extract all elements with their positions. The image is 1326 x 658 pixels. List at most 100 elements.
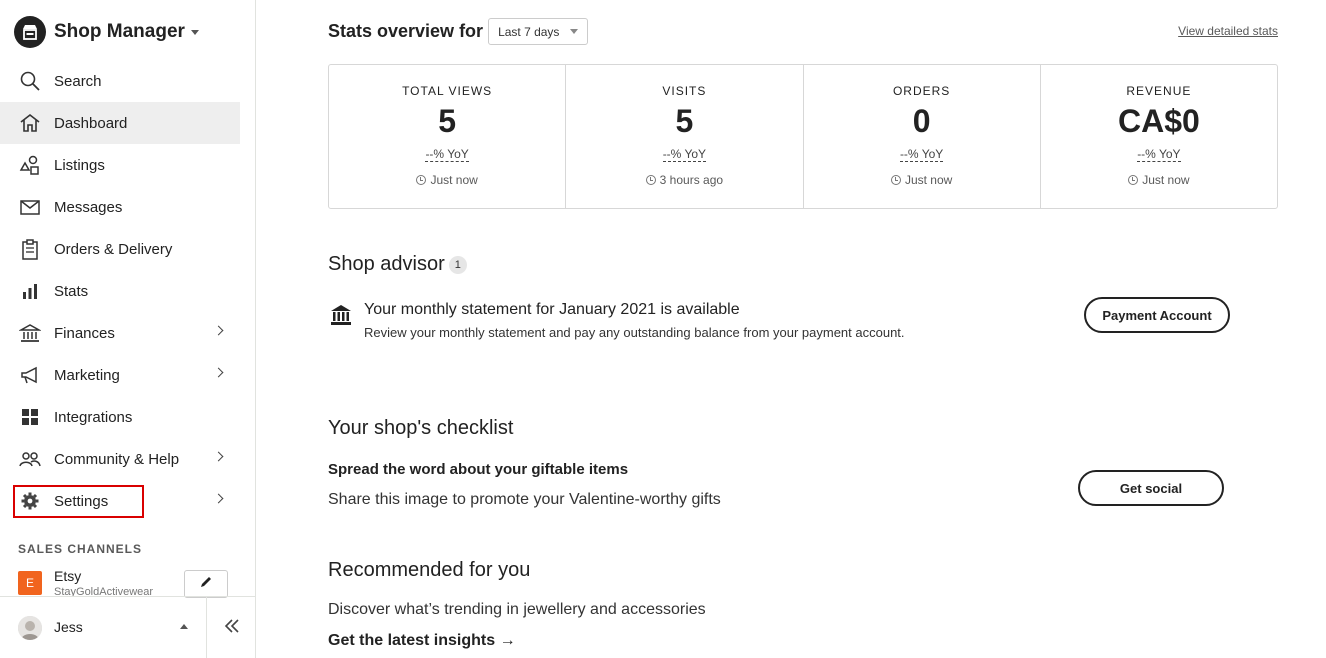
stat-value: 5 [438,103,457,139]
stat-yoy: --% YoY [662,147,707,162]
bank-icon [330,304,352,326]
clock-icon [1128,175,1139,185]
edit-channel-button[interactable] [184,570,228,598]
stat-label: VISITS [662,84,707,98]
section-title-text: Shop advisor [328,253,445,275]
stats-card: TOTAL VIEWS 5 --% YoY Just now VISITS 5 … [328,64,1278,209]
chevron-right-icon [213,493,224,504]
sidebar-item-label: Orders & Delivery [54,240,173,258]
caret-down-icon [190,29,199,35]
stat-updated: Just now [804,173,1040,187]
stat-total-views[interactable]: TOTAL VIEWS 5 --% YoY Just now [329,65,567,208]
sidebar-footer: Jess [0,596,256,658]
stat-value: 5 [675,103,694,139]
sidebar-item-label: Marketing [54,366,120,384]
checklist-item-description: Share this image to promote your Valenti… [328,491,721,508]
advisor-item-description: Review your monthly statement and pay an… [364,325,905,340]
stat-value: 0 [912,103,931,139]
stat-updated: Just now [329,173,565,187]
stat-yoy: --% YoY [899,147,944,162]
people-icon [18,447,42,471]
grid-icon [18,405,42,429]
sidebar-item-stats[interactable]: Stats [0,270,240,312]
chevron-right-icon [213,451,224,462]
stat-updated: 3 hours ago [566,173,802,187]
stat-orders[interactable]: ORDERS 0 --% YoY Just now [804,65,1041,208]
shop-advisor-heading: Shop advisor 1 [328,253,467,276]
sidebar-item-label: Settings [54,492,109,510]
clock-icon [645,175,656,185]
sidebar-item-dashboard[interactable]: Dashboard [0,102,240,144]
pencil-icon [199,575,213,594]
mail-icon [18,195,42,219]
shapes-icon [18,153,42,177]
stat-revenue[interactable]: REVENUE CA$0 --% YoY Just now [1041,65,1277,208]
stat-label: REVENUE [1126,84,1192,98]
checklist-item-title: Spread the word about your giftable item… [328,461,629,478]
shop-logo-icon [14,16,46,48]
megaphone-icon [18,363,42,387]
stat-label: ORDERS [892,84,951,98]
channel-shop-name: StayGoldActivewear [54,586,154,596]
sidebar-item-integrations[interactable]: Integrations [0,396,240,438]
sidebar-item-label: Community & Help [54,450,180,468]
clock-icon [890,175,901,185]
shop-manager-menu[interactable]: Shop Manager [14,16,199,48]
avatar[interactable] [18,616,42,640]
sidebar-item-label: Dashboard [54,114,128,132]
sidebar-item-search[interactable]: Search [0,60,240,102]
stat-label: TOTAL VIEWS [402,84,493,98]
sidebar-item-label: Search [54,72,102,90]
advisor-item-title: Your monthly statement for January 2021 … [364,301,740,318]
advisor-count-badge: 1 [448,255,467,274]
clipboard-icon [18,237,42,261]
caret-up-icon[interactable] [180,624,188,629]
stat-value: CA$0 [1117,103,1200,139]
search-icon [18,69,42,93]
caret-down-icon [570,29,579,34]
latest-insights-link[interactable]: Get the latest insights → [328,632,516,650]
checklist-heading: Your shop's checklist [328,417,514,439]
shop-manager-title: Shop Manager [54,21,185,42]
date-range-value: Last 7 days [498,24,560,39]
sidebar-item-marketing[interactable]: Marketing [0,354,240,396]
bar-chart-icon [18,279,42,303]
home-icon [18,111,42,135]
chevron-right-icon [213,367,224,378]
sales-channels-heading: SALES CHANNELS [18,542,143,556]
sidebar-item-label: Messages [54,198,123,216]
double-chevron-left-icon [224,618,240,638]
sidebar-item-messages[interactable]: Messages [0,186,240,228]
stat-yoy: --% YoY [1137,147,1181,162]
sidebar-item-label: Listings [54,156,105,174]
collapse-sidebar-button[interactable] [206,597,256,658]
stats-title: Stats overview for [328,21,484,41]
recommended-heading: Recommended for you [328,559,531,581]
sidebar-item-settings[interactable]: Settings [0,480,240,522]
chevron-right-icon [213,325,224,336]
sidebar-item-label: Stats [54,282,89,300]
sidebar-nav: Search Dashboard Listings Messages Order… [0,60,240,522]
sidebar-item-finances[interactable]: Finances [0,312,240,354]
sidebar-item-label: Finances [54,324,115,342]
sidebar-item-orders[interactable]: Orders & Delivery [0,228,240,270]
date-range-select[interactable]: Last 7 days [488,18,589,45]
sidebar-item-listings[interactable]: Listings [0,144,240,186]
sidebar-item-label: Integrations [54,408,133,426]
payment-account-button[interactable]: Payment Account [1084,297,1230,333]
view-detailed-stats-link[interactable]: View detailed stats [1178,24,1278,38]
clock-icon [416,175,427,185]
user-name[interactable]: Jess [54,619,83,635]
channel-name: Etsy [54,568,82,584]
bank-icon [18,321,42,345]
sales-channel-etsy[interactable]: E Etsy StayGoldActivewear [18,566,238,598]
gear-icon [18,489,42,513]
stat-visits[interactable]: VISITS 5 --% YoY 3 hours ago [566,65,804,208]
stats-header: Stats overview for Last 7 days [328,18,589,45]
get-social-button[interactable]: Get social [1078,470,1224,506]
recommended-description: Discover what’s trending in jewellery an… [328,601,706,618]
etsy-logo-icon: E [18,571,42,595]
stat-updated: Just now [1041,173,1277,187]
sidebar-item-community[interactable]: Community & Help [0,438,240,480]
stat-yoy: --% YoY [425,147,469,162]
